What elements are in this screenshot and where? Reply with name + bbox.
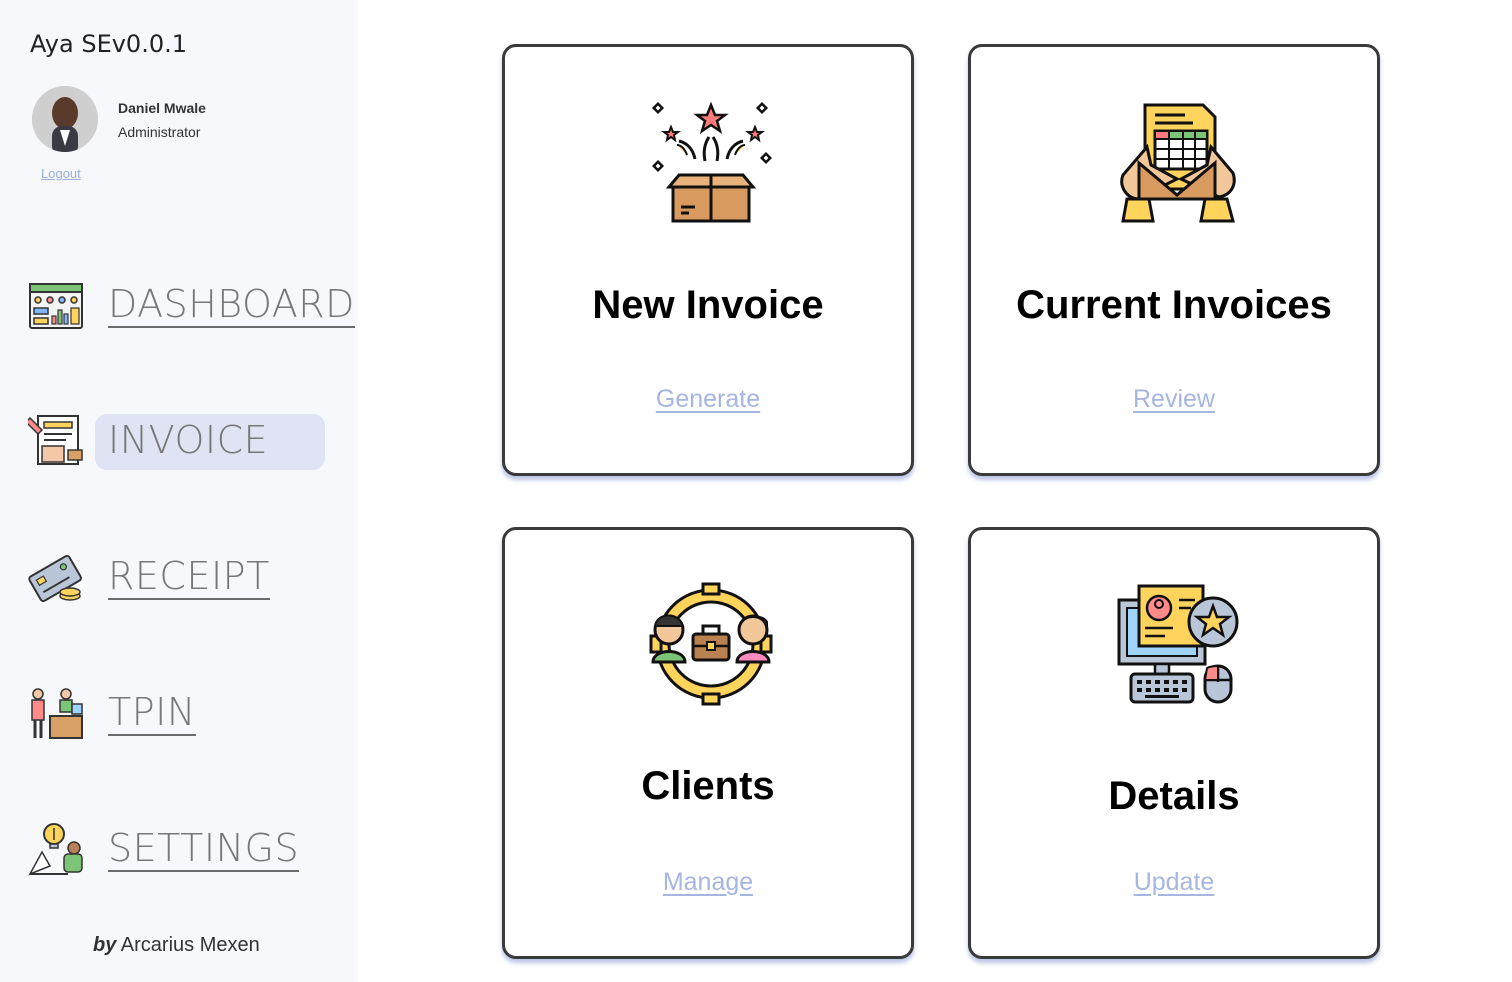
- update-link-text: Update: [1133, 868, 1215, 896]
- nav-item-tpin[interactable]: TPIN: [28, 684, 328, 744]
- app-root: Aya SEv0.0.1 Daniel Mwale Administrator …: [0, 0, 1512, 982]
- card-title: New Invoice: [592, 283, 824, 327]
- document-hands-icon: [1115, 99, 1239, 223]
- generate-link-text: Generate: [655, 385, 761, 413]
- generate-link[interactable]: Generate: [505, 385, 911, 414]
- sidebar: Aya SEv0.0.1 Daniel Mwale Administrator …: [0, 0, 358, 982]
- card-new-invoice[interactable]: New Invoice Generate: [502, 44, 914, 476]
- nav-label-receipt: RECEIPT: [108, 554, 270, 600]
- nav-item-invoice[interactable]: INVOICE: [24, 414, 328, 482]
- credit-author: Arcarius Mexen: [120, 934, 260, 956]
- credit: by Arcarius Mexen: [93, 934, 260, 957]
- gift-box-icon: [649, 99, 773, 223]
- card-title: Current Invoices: [1016, 283, 1332, 327]
- receipt-icon: [28, 550, 84, 606]
- avatar: [32, 86, 98, 152]
- dashboard-icon: [28, 278, 84, 334]
- card-title: Clients: [641, 764, 775, 808]
- settings-icon: [28, 822, 84, 878]
- tpin-icon: [28, 686, 84, 742]
- nav-label-tpin: TPIN: [108, 690, 196, 736]
- card-details[interactable]: Details Update: [968, 527, 1380, 959]
- card-clients[interactable]: Clients Manage: [502, 527, 914, 959]
- app-title: Aya SEv0.0.1: [30, 30, 187, 58]
- invoice-icon: [24, 412, 84, 468]
- clients-gear-icon: [649, 582, 773, 706]
- logout-link[interactable]: Logout: [41, 166, 81, 181]
- computer-profile-icon: [1115, 582, 1239, 706]
- nav-item-settings[interactable]: SETTINGS: [28, 820, 328, 880]
- nav-label-dashboard: DASHBOARD: [108, 282, 355, 328]
- review-link-text: Review: [1133, 385, 1215, 413]
- nav-item-dashboard[interactable]: DASHBOARD: [28, 276, 355, 336]
- nav-item-receipt[interactable]: RECEIPT: [28, 548, 328, 608]
- manage-link[interactable]: Manage: [505, 868, 911, 897]
- credit-by: by: [93, 934, 117, 956]
- user-name: Daniel Mwale: [118, 100, 206, 116]
- card-title: Details: [1108, 774, 1240, 818]
- manage-link-text: Manage: [662, 868, 754, 896]
- update-link[interactable]: Update: [971, 868, 1377, 897]
- nav-label-settings: SETTINGS: [108, 826, 300, 872]
- user-role: Administrator: [118, 124, 201, 140]
- review-link[interactable]: Review: [971, 385, 1377, 414]
- card-current-invoices[interactable]: Current Invoices Review: [968, 44, 1380, 476]
- nav-label-invoice: INVOICE: [108, 418, 269, 462]
